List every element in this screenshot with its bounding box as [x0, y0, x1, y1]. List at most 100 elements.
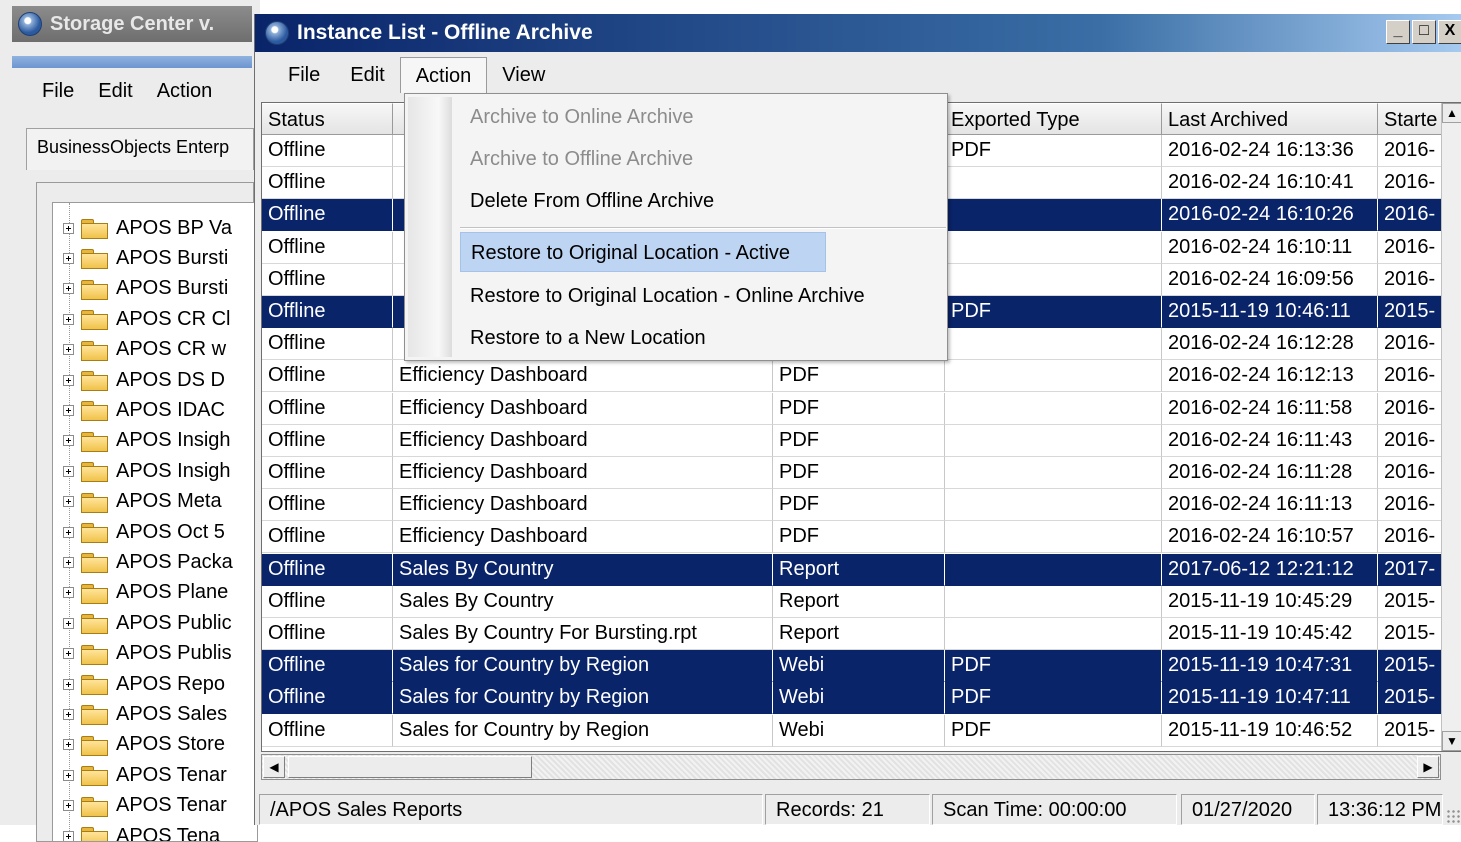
bg-menu-action[interactable]: Action	[157, 80, 213, 112]
vertical-scrollbar[interactable]: ▲ ▼	[1441, 103, 1461, 752]
table-row[interactable]: OfflineEfficiency DashboardPDF2016-02-24…	[262, 489, 1442, 521]
menu-view[interactable]: View	[487, 57, 560, 93]
tree-item[interactable]: APOS Insigh	[63, 456, 231, 486]
tree-item[interactable]: APOS Plane	[63, 578, 228, 608]
resize-grip-icon[interactable]	[1446, 809, 1460, 823]
expand-plus-icon[interactable]	[63, 709, 74, 720]
scroll-right-arrow-icon[interactable]: ▶	[1417, 756, 1439, 778]
tree-item[interactable]: APOS Sales	[63, 699, 227, 729]
tree-item[interactable]: APOS Tenar	[63, 791, 227, 821]
cell-status: Offline	[262, 264, 393, 296]
cell-type: PDF	[773, 360, 945, 392]
column-header-status[interactable]: Status	[262, 103, 393, 135]
menu-item-archive-online[interactable]: Archive to Online Archive	[460, 97, 826, 137]
table-row[interactable]: OfflineSales By Country For Bursting.rpt…	[262, 618, 1442, 650]
expand-plus-icon[interactable]	[63, 344, 74, 355]
cell-status: Offline	[262, 586, 393, 618]
folder-tree[interactable]: APOS BP VaAPOS BurstiAPOS BurstiAPOS CR …	[52, 202, 258, 842]
tree-item[interactable]: APOS Meta	[63, 487, 222, 517]
expand-plus-icon[interactable]	[63, 527, 74, 538]
cell-started: 2015-	[1378, 715, 1442, 747]
expand-plus-icon[interactable]	[63, 466, 74, 477]
expand-plus-icon[interactable]	[63, 283, 74, 294]
menu-item-restore-new-location[interactable]: Restore to a New Location	[460, 318, 826, 358]
column-header-last-archived[interactable]: Last Archived	[1162, 103, 1378, 135]
cell-started: 2016-	[1378, 393, 1442, 425]
storage-center-titlebar[interactable]: Storage Center v.	[12, 6, 252, 42]
menu-edit[interactable]: Edit	[335, 57, 399, 93]
folder-icon	[80, 492, 108, 512]
column-header-started[interactable]: Starte	[1378, 103, 1442, 135]
scroll-up-arrow-icon[interactable]: ▲	[1442, 103, 1461, 123]
expand-plus-icon[interactable]	[63, 405, 74, 416]
expand-plus-icon[interactable]	[63, 587, 74, 598]
tree-item[interactable]: APOS BP Va	[63, 213, 232, 243]
cell-last-archived: 2016-02-24 16:10:41	[1162, 167, 1378, 199]
tree-item[interactable]: APOS Tenar	[63, 760, 227, 790]
tree-item[interactable]: APOS Bursti	[63, 243, 228, 273]
tree-item[interactable]: APOS CR w	[63, 335, 226, 365]
expand-plus-icon[interactable]	[63, 253, 74, 264]
tree-item-label: APOS Repo	[116, 673, 225, 696]
tree-item[interactable]: APOS Bursti	[63, 274, 228, 304]
table-row[interactable]: OfflineEfficiency DashboardPDF2016-02-24…	[262, 425, 1442, 457]
menu-action[interactable]: Action	[400, 57, 488, 93]
expand-plus-icon[interactable]	[63, 679, 74, 690]
close-button[interactable]: X	[1438, 20, 1461, 44]
expand-plus-icon[interactable]	[63, 800, 74, 811]
menu-item-restore-online[interactable]: Restore to Original Location - Online Ar…	[460, 276, 826, 316]
expand-plus-icon[interactable]	[63, 557, 74, 568]
expand-plus-icon[interactable]	[63, 648, 74, 659]
cell-started: 2015-	[1378, 586, 1442, 618]
minimize-button[interactable]: _	[1386, 20, 1410, 44]
expand-plus-icon[interactable]	[63, 435, 74, 446]
horizontal-scroll-thumb[interactable]	[288, 756, 532, 778]
table-row[interactable]: OfflineEfficiency DashboardPDF2016-02-24…	[262, 521, 1442, 553]
table-row[interactable]: OfflineSales for Country by RegionWebiPD…	[262, 682, 1442, 714]
table-row[interactable]: OfflineEfficiency DashboardPDF2016-02-24…	[262, 393, 1442, 425]
column-header-exported-type[interactable]: Exported Type	[945, 103, 1162, 135]
expand-plus-icon[interactable]	[63, 223, 74, 234]
bg-menu-edit[interactable]: Edit	[98, 80, 132, 112]
cell-status: Offline	[262, 393, 393, 425]
cell-last-archived: 2016-02-24 16:09:56	[1162, 264, 1378, 296]
menu-item-archive-offline[interactable]: Archive to Offline Archive	[460, 139, 826, 179]
bg-menu-file[interactable]: File	[42, 80, 74, 112]
tree-item[interactable]: APOS Public	[63, 608, 232, 638]
menu-item-restore-active[interactable]: Restore to Original Location - Active	[460, 232, 826, 272]
tree-item[interactable]: APOS Insigh	[63, 426, 231, 456]
maximize-button[interactable]: □	[1412, 20, 1436, 44]
expand-plus-icon[interactable]	[63, 618, 74, 629]
window-titlebar[interactable]: Instance List - Offline Archive _ □ X	[255, 14, 1461, 52]
table-row[interactable]: OfflineSales for Country by RegionWebiPD…	[262, 715, 1442, 747]
tree-item[interactable]: APOS Publis	[63, 639, 232, 669]
tab-businessobjects[interactable]: BusinessObjects Enterp	[26, 128, 254, 170]
cell-name: Sales for Country by Region	[393, 682, 773, 714]
expand-plus-icon[interactable]	[63, 314, 74, 325]
table-row[interactable]: OfflineSales By CountryReport2017-06-12 …	[262, 554, 1442, 586]
app-globe-icon	[265, 21, 289, 45]
expand-plus-icon[interactable]	[63, 496, 74, 507]
expand-plus-icon[interactable]	[63, 831, 74, 842]
table-row[interactable]: OfflineEfficiency DashboardPDF2016-02-24…	[262, 457, 1442, 489]
expand-plus-icon[interactable]	[63, 739, 74, 750]
horizontal-scrollbar[interactable]: ◀ ▶	[261, 754, 1441, 780]
cell-last-archived: 2016-02-24 16:10:57	[1162, 521, 1378, 553]
menu-file[interactable]: File	[273, 57, 335, 93]
tree-item[interactable]: APOS Tena	[63, 821, 220, 842]
expand-plus-icon[interactable]	[63, 770, 74, 781]
menu-item-delete-offline[interactable]: Delete From Offline Archive	[460, 181, 826, 221]
tree-item[interactable]: APOS Repo	[63, 669, 225, 699]
table-row[interactable]: OfflineSales for Country by RegionWebiPD…	[262, 650, 1442, 682]
scroll-down-arrow-icon[interactable]: ▼	[1442, 731, 1461, 751]
tree-item[interactable]: APOS CR Cl	[63, 304, 230, 334]
table-row[interactable]: OfflineSales By CountryReport2015-11-19 …	[262, 586, 1442, 618]
expand-plus-icon[interactable]	[63, 375, 74, 386]
scroll-left-arrow-icon[interactable]: ◀	[263, 756, 285, 778]
tree-item[interactable]: APOS Oct 5	[63, 517, 225, 547]
tree-item[interactable]: APOS Packa	[63, 547, 233, 577]
tree-item[interactable]: APOS DS D	[63, 365, 225, 395]
tree-item[interactable]: APOS IDAC	[63, 395, 225, 425]
table-row[interactable]: OfflineEfficiency DashboardPDF2016-02-24…	[262, 360, 1442, 392]
tree-item[interactable]: APOS Store	[63, 730, 225, 760]
